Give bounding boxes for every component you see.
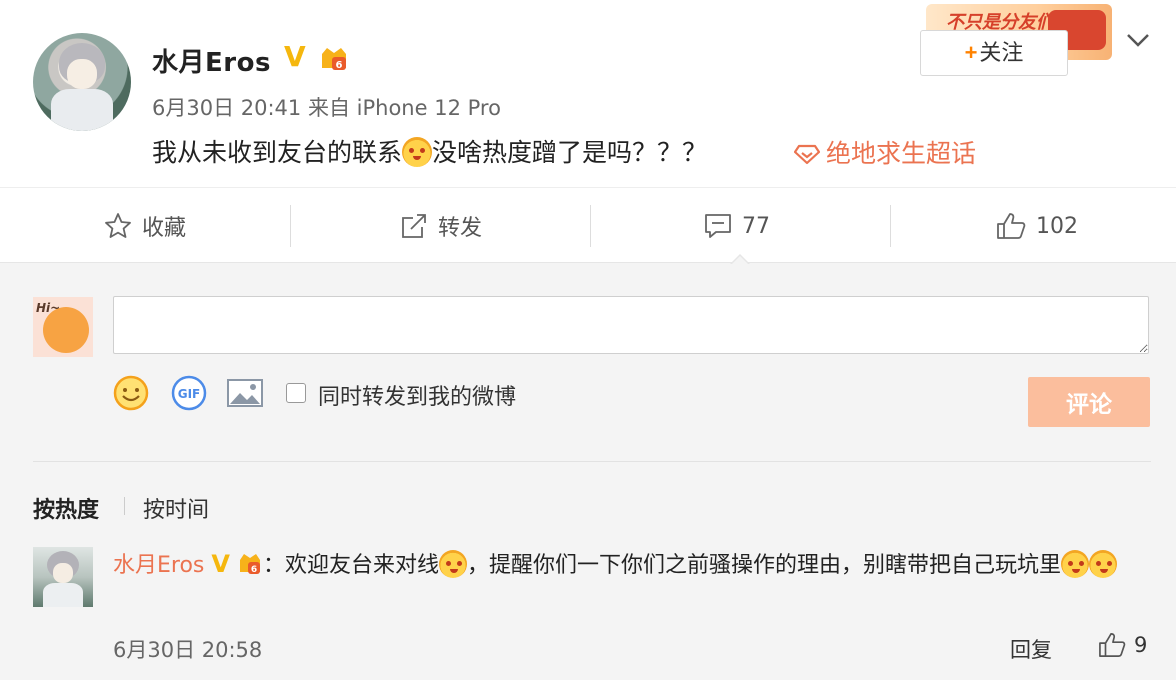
chevron-down-icon[interactable] [1124, 30, 1152, 50]
sort-divider [124, 497, 125, 515]
thumbs-up-icon [1099, 633, 1126, 657]
follow-label: 关注 [979, 40, 1024, 65]
emoji-icon [1061, 550, 1090, 578]
share-icon [402, 214, 426, 238]
action-divider [590, 205, 591, 247]
comment-button[interactable]: 77 [592, 188, 882, 264]
comment-like-count: 9 [1134, 633, 1148, 657]
avatar-greeting: Hi~ [36, 301, 61, 315]
favorite-button[interactable]: 收藏 [0, 188, 290, 264]
verified-badge-icon: V [211, 550, 230, 578]
svg-text:6: 6 [251, 565, 257, 575]
post-text-part: 没啥热度蹭了是吗？？？ [432, 138, 708, 167]
favorite-label: 收藏 [141, 216, 186, 241]
my-avatar: Hi~ [33, 297, 93, 357]
emoji-icon [402, 137, 433, 167]
commenter-avatar[interactable] [33, 547, 93, 607]
verified-badge-icon: V [284, 40, 306, 73]
sort-by-hot-tab[interactable]: 按热度 [33, 492, 99, 524]
comment-like-button[interactable]: 9 [1098, 632, 1147, 658]
svg-text:GIF: GIF [178, 387, 201, 401]
post-time[interactable]: 6月30日 20:41 [152, 96, 301, 120]
topic-link[interactable]: 绝地求生超话 [794, 134, 976, 170]
action-divider [890, 205, 891, 247]
comment-input[interactable] [113, 296, 1149, 354]
follow-button[interactable]: +关注 [920, 30, 1068, 76]
comment-text: ，提醒你们一下你们之前骚操作的理由，别瞎带把自己玩坑里 [467, 553, 1062, 578]
repost-checkbox[interactable] [286, 383, 306, 403]
svg-text:6: 6 [336, 60, 343, 71]
image-icon[interactable] [225, 373, 265, 413]
repost-checkbox-label[interactable]: 同时转发到我的微博 [318, 379, 516, 411]
author-avatar[interactable] [33, 33, 131, 131]
post-source: iPhone 12 Pro [356, 96, 501, 120]
comment-time: 6月30日 20:58 [113, 638, 263, 662]
source-prefix: 来自 [307, 96, 350, 120]
comment-colon: ： [262, 553, 285, 578]
comment-item: 水月Eros V 6 ：欢迎友台来对线 ，提醒你们一下你们之前骚操作的理由，别瞎带… [113, 541, 1153, 589]
comment-count: 77 [742, 213, 770, 239]
comment-text: 欢迎友台来对线 [284, 553, 439, 578]
emoji-icon [1089, 550, 1118, 578]
gif-icon[interactable]: GIF [170, 373, 208, 413]
divider [33, 461, 1151, 462]
member-level-icon: 6 [239, 554, 260, 575]
repost-button[interactable]: 转发 [296, 188, 586, 264]
action-divider [290, 205, 291, 247]
panel-pointer-fill [731, 256, 749, 265]
commenter-name[interactable]: 水月Eros [113, 553, 204, 578]
submit-comment-button[interactable]: 评论 [1028, 377, 1150, 427]
post-text: 我从未收到友台的联系 没啥热度蹭了是吗？？？ [152, 133, 707, 169]
action-bar: 收藏 转发 77 102 [0, 187, 1176, 263]
like-count: 102 [1036, 213, 1078, 239]
comment-icon [705, 214, 731, 238]
emoji-icon [439, 550, 467, 578]
repost-label: 转发 [437, 216, 482, 241]
member-level-icon: 6 [322, 48, 346, 71]
topic-label: 绝地求生超话 [826, 139, 977, 168]
post-meta: 6月30日 20:41 来自 iPhone 12 Pro [152, 92, 501, 122]
thumbs-up-icon [997, 213, 1026, 239]
plus-icon: + [964, 40, 978, 65]
author-name[interactable]: 水月Eros [152, 42, 271, 79]
like-button[interactable]: 102 [892, 188, 1176, 264]
sort-by-time-tab[interactable]: 按时间 [143, 492, 209, 524]
post-card: 水月Eros V 6 6月30日 20:41 来自 iPhone 12 Pro … [0, 0, 1176, 187]
star-icon [105, 213, 131, 238]
post-text-part: 我从未收到友台的联系 [152, 138, 403, 167]
smile-icon[interactable] [112, 373, 150, 413]
topic-icon [794, 144, 820, 165]
reply-button[interactable]: 回复 [1010, 634, 1052, 664]
